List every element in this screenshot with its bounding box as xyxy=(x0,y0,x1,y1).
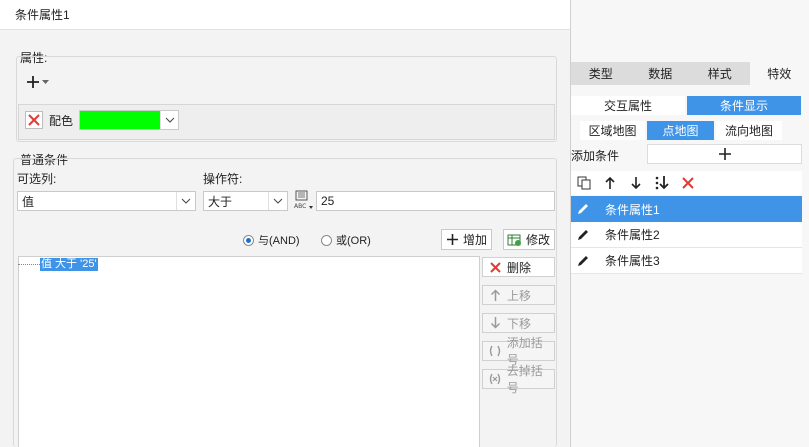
property-tabs: 类型 数据 样式 特效 xyxy=(571,62,809,85)
chevron-down-icon xyxy=(176,192,195,210)
chevron-down-icon xyxy=(42,79,49,84)
plus-icon xyxy=(718,148,731,160)
condition-entry[interactable]: 值 大于 '25' xyxy=(40,258,98,271)
maptab-point[interactable]: 点地图 xyxy=(647,121,714,140)
plus-icon xyxy=(27,76,39,88)
formula-type-icon[interactable]: ABC xyxy=(293,190,314,212)
maptab-flow[interactable]: 流向地图 xyxy=(716,121,782,140)
chevron-down-icon xyxy=(160,111,178,129)
copy-icon[interactable] xyxy=(571,176,597,190)
tab-type[interactable]: 类型 xyxy=(571,62,631,85)
subtab-interaction[interactable]: 交互属性 xyxy=(571,96,685,115)
value-input[interactable]: 25 xyxy=(316,191,555,211)
pencil-icon xyxy=(571,202,595,216)
color-label: 配色 xyxy=(49,114,74,128)
radio-or-label: 或(OR) xyxy=(336,235,371,247)
delete-button-label: 删除 xyxy=(507,260,532,275)
arrow-up-icon xyxy=(486,289,504,301)
edit-table-icon xyxy=(507,234,521,246)
bracket-icon xyxy=(486,345,504,357)
remove-attr-button[interactable] xyxy=(25,111,43,129)
tab-effects[interactable]: 特效 xyxy=(749,62,809,85)
radio-and[interactable]: 与(AND) xyxy=(243,232,300,248)
radio-and-label: 与(AND) xyxy=(258,235,300,247)
delete-button[interactable]: 删除 xyxy=(482,257,555,277)
tab-data[interactable]: 数据 xyxy=(630,62,690,85)
operator-label: 操作符: xyxy=(203,172,243,186)
subtab-condition-display[interactable]: 条件显示 xyxy=(687,96,801,115)
optional-col-value: 值 xyxy=(22,194,35,209)
move-bottom-icon[interactable] xyxy=(649,175,675,191)
radio-selected-icon xyxy=(243,234,254,246)
operator-value: 大于 xyxy=(208,194,233,209)
add-button[interactable]: 增加 xyxy=(441,229,492,250)
condition-list-label: 条件属性1 xyxy=(605,202,660,217)
optional-col-label: 可选列: xyxy=(17,172,57,186)
color-picker[interactable] xyxy=(79,110,179,130)
add-bracket-button[interactable]: 添加括号 xyxy=(482,336,555,367)
optional-col-select[interactable]: 值 xyxy=(17,191,196,211)
remove-bracket-icon xyxy=(486,373,504,385)
condition-list-label: 条件属性2 xyxy=(605,228,660,242)
radio-or[interactable]: 或(OR) xyxy=(321,232,371,248)
condition-list-item[interactable]: 条件属性1 xyxy=(571,196,802,222)
tree-connector xyxy=(18,264,40,265)
condition-list-label: 条件属性3 xyxy=(605,254,660,268)
add-condition-label: 添加条件 xyxy=(571,149,620,163)
radio-unselected-icon xyxy=(321,234,332,246)
maptab-area[interactable]: 区域地图 xyxy=(580,121,645,140)
condition-list-box[interactable] xyxy=(18,256,480,447)
move-down-button[interactable]: 下移 xyxy=(482,313,555,333)
move-up-button-label: 上移 xyxy=(507,288,532,303)
arrow-down-icon[interactable] xyxy=(623,176,649,190)
color-swatch xyxy=(80,111,160,129)
pencil-icon xyxy=(571,228,595,242)
add-condition-button[interactable] xyxy=(647,144,802,164)
tab-style[interactable]: 样式 xyxy=(690,62,750,85)
modify-button-label: 修改 xyxy=(526,233,551,247)
svg-text:ABC: ABC xyxy=(294,203,306,210)
remove-bracket-button-label: 去掉括号 xyxy=(506,364,543,395)
move-up-button[interactable]: 上移 xyxy=(482,285,555,305)
close-icon xyxy=(28,114,40,126)
arrow-up-icon[interactable] xyxy=(597,176,623,190)
pencil-icon xyxy=(571,254,595,268)
modify-button[interactable]: 修改 xyxy=(503,229,555,250)
add-attr-dropdown[interactable] xyxy=(26,71,56,93)
operator-select[interactable]: 大于 xyxy=(203,191,288,211)
add-button-label: 增加 xyxy=(463,233,488,247)
condition-list-item[interactable]: 条件属性2 xyxy=(571,222,802,248)
delete-icon[interactable] xyxy=(675,177,701,189)
move-down-button-label: 下移 xyxy=(507,316,532,331)
plus-icon xyxy=(447,234,458,245)
dialog-title: 条件属性1 xyxy=(0,0,570,30)
condition-toolbar xyxy=(571,171,802,195)
chevron-down-icon xyxy=(268,192,287,210)
condition-list-item[interactable]: 条件属性3 xyxy=(571,248,802,274)
delete-icon xyxy=(486,261,504,273)
remove-bracket-button[interactable]: 去掉括号 xyxy=(482,364,555,395)
arrow-down-icon xyxy=(486,317,504,329)
